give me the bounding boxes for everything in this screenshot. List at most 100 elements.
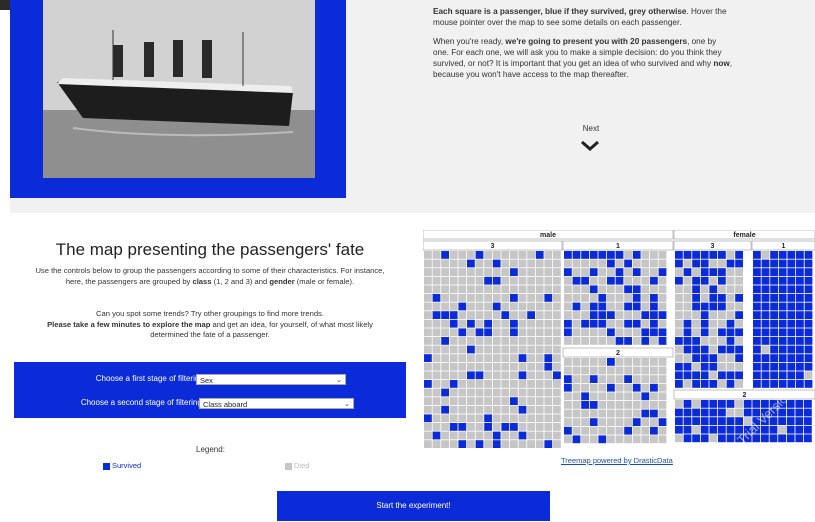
passenger-square[interactable]	[564, 311, 572, 319]
passenger-square[interactable]	[475, 337, 484, 345]
passenger-square[interactable]	[501, 362, 510, 371]
passenger-square[interactable]	[535, 362, 544, 371]
passenger-square[interactable]	[484, 319, 492, 328]
passenger-square[interactable]	[692, 302, 700, 311]
passenger-square[interactable]	[441, 328, 449, 337]
passenger-square[interactable]	[632, 358, 641, 366]
passenger-square[interactable]	[553, 431, 561, 440]
passenger-square[interactable]	[441, 354, 449, 362]
passenger-square[interactable]	[581, 401, 589, 409]
passenger-square[interactable]	[581, 375, 589, 383]
passenger-square[interactable]	[761, 362, 770, 371]
passenger-square[interactable]	[761, 337, 770, 345]
passenger-square[interactable]	[709, 302, 718, 311]
passenger-square[interactable]	[535, 319, 544, 328]
passenger-square[interactable]	[735, 294, 743, 302]
passenger-square[interactable]	[795, 417, 804, 425]
passenger-square[interactable]	[458, 294, 467, 302]
passenger-square[interactable]	[650, 328, 658, 337]
passenger-square[interactable]	[598, 328, 607, 337]
passenger-square[interactable]	[598, 375, 607, 383]
passenger-square[interactable]	[589, 392, 598, 401]
passenger-square[interactable]	[467, 319, 475, 328]
passenger-square[interactable]	[675, 311, 683, 319]
passenger-square[interactable]	[675, 400, 683, 408]
passenger-square[interactable]	[743, 400, 752, 408]
passenger-square[interactable]	[683, 371, 692, 380]
passenger-square[interactable]	[598, 426, 607, 435]
passenger-square[interactable]	[589, 366, 598, 375]
passenger-square[interactable]	[553, 302, 561, 311]
passenger-square[interactable]	[598, 294, 607, 302]
passenger-square[interactable]	[527, 302, 535, 311]
passenger-square[interactable]	[581, 426, 589, 435]
passenger-square[interactable]	[761, 268, 770, 276]
passenger-square[interactable]	[510, 397, 518, 405]
passenger-square[interactable]	[615, 259, 624, 268]
passenger-square[interactable]	[735, 371, 743, 380]
passenger-square[interactable]	[787, 337, 796, 345]
passenger-square[interactable]	[572, 418, 581, 426]
passenger-square[interactable]	[675, 408, 683, 417]
passenger-square[interactable]	[624, 366, 632, 375]
passenger-square[interactable]	[458, 319, 467, 328]
passenger-square[interactable]	[518, 423, 527, 431]
passenger-square[interactable]	[510, 371, 518, 380]
passenger-square[interactable]	[564, 409, 572, 418]
passenger-square[interactable]	[778, 354, 787, 362]
passenger-square[interactable]	[709, 371, 718, 380]
passenger-square[interactable]	[658, 294, 667, 302]
passenger-square[interactable]	[432, 362, 441, 371]
passenger-square[interactable]	[424, 414, 432, 423]
passenger-square[interactable]	[492, 337, 501, 345]
passenger-square[interactable]	[735, 417, 743, 425]
passenger-square[interactable]	[700, 311, 709, 319]
passenger-square[interactable]	[484, 328, 492, 337]
passenger-square[interactable]	[718, 319, 726, 328]
passenger-square[interactable]	[501, 371, 510, 380]
passenger-square[interactable]	[735, 302, 743, 311]
second-filter-select[interactable]: Class aboard ⌄	[199, 398, 354, 409]
passenger-square[interactable]	[572, 366, 581, 375]
passenger-square[interactable]	[641, 311, 650, 319]
passenger-square[interactable]	[692, 354, 700, 362]
passenger-square[interactable]	[424, 319, 432, 328]
passenger-square[interactable]	[650, 251, 658, 259]
passenger-square[interactable]	[518, 397, 527, 405]
passenger-square[interactable]	[607, 302, 615, 311]
passenger-square[interactable]	[484, 337, 492, 345]
passenger-square[interactable]	[501, 380, 510, 388]
passenger-square[interactable]	[441, 251, 449, 259]
passenger-square[interactable]	[641, 418, 650, 426]
passenger-square[interactable]	[675, 425, 683, 434]
passenger-square[interactable]	[804, 434, 812, 443]
passenger-square[interactable]	[544, 251, 553, 259]
passenger-square[interactable]	[709, 259, 718, 268]
passenger-square[interactable]	[467, 371, 475, 380]
passenger-square[interactable]	[572, 392, 581, 401]
passenger-square[interactable]	[709, 425, 718, 434]
passenger-square[interactable]	[624, 285, 632, 294]
passenger-square[interactable]	[458, 345, 467, 354]
passenger-square[interactable]	[484, 388, 492, 397]
passenger-square[interactable]	[432, 268, 441, 276]
passenger-square[interactable]	[735, 400, 743, 408]
passenger-square[interactable]	[675, 276, 683, 285]
passenger-square[interactable]	[787, 371, 796, 380]
passenger-square[interactable]	[650, 358, 658, 366]
passenger-square[interactable]	[449, 294, 458, 302]
passenger-square[interactable]	[475, 431, 484, 440]
passenger-square[interactable]	[632, 435, 641, 444]
passenger-square[interactable]	[475, 414, 484, 423]
passenger-square[interactable]	[607, 294, 615, 302]
passenger-square[interactable]	[518, 388, 527, 397]
passenger-square[interactable]	[572, 294, 581, 302]
passenger-square[interactable]	[804, 276, 813, 285]
passenger-square[interactable]	[510, 294, 518, 302]
passenger-square[interactable]	[718, 294, 726, 302]
passenger-square[interactable]	[804, 408, 812, 417]
passenger-square[interactable]	[641, 375, 650, 383]
passenger-square[interactable]	[650, 366, 658, 375]
passenger-square[interactable]	[753, 354, 761, 362]
passenger-square[interactable]	[615, 268, 624, 276]
